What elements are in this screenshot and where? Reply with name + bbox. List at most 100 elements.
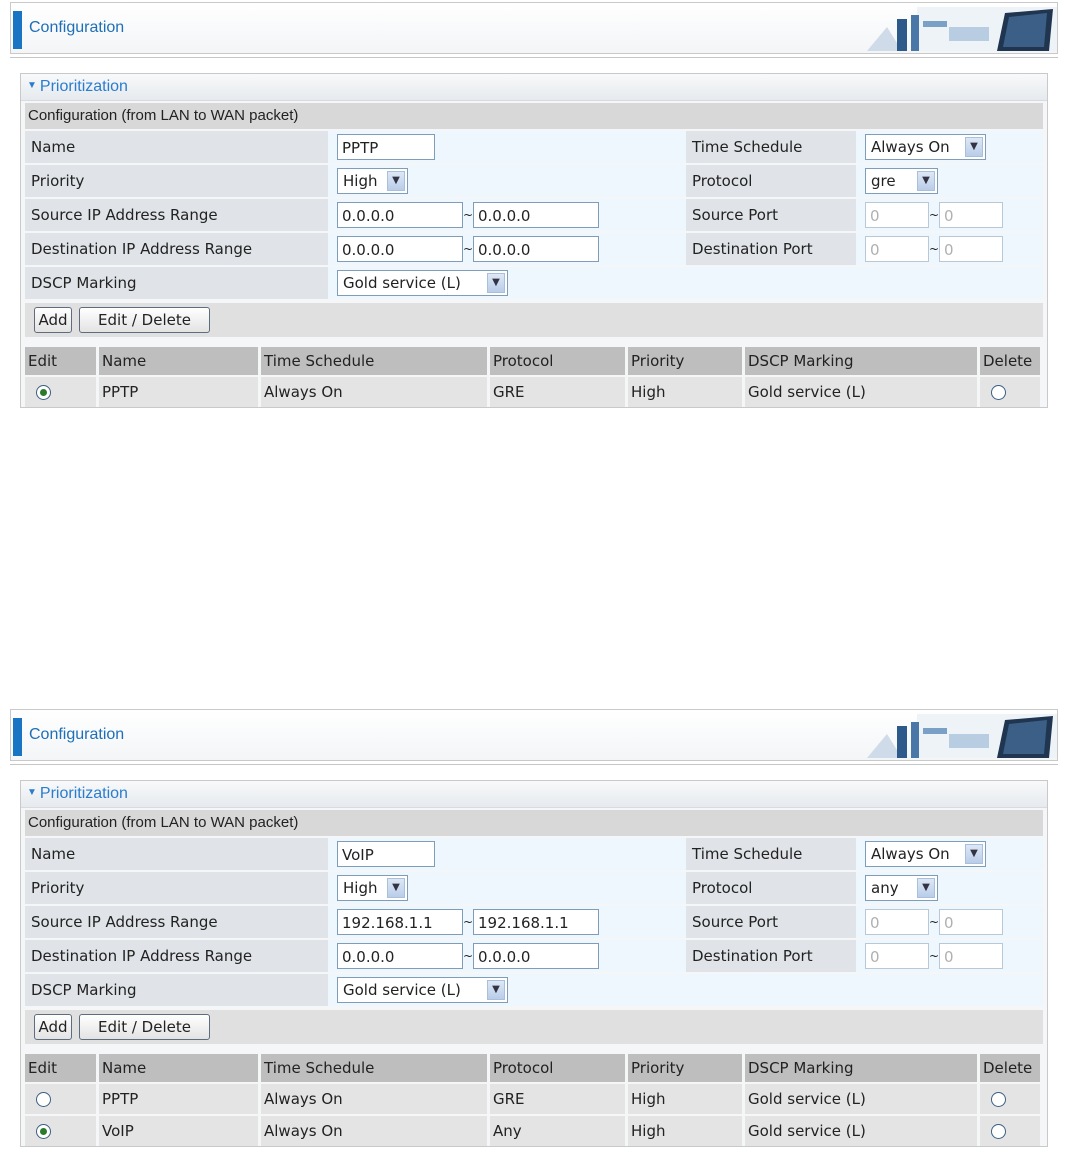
config-form: Name PPTP Time Schedule Always On ▼ Prior…	[25, 129, 1043, 301]
protocol-label: Protocol	[686, 165, 856, 197]
priority-label: Priority	[25, 872, 328, 904]
cell-name: PPTP	[97, 1082, 261, 1115]
header-bar: Configuration	[10, 709, 1058, 761]
source-ip-label: Source IP Address Range	[25, 199, 328, 231]
cell-name: PPTP	[97, 375, 261, 407]
accent-bar	[13, 718, 22, 756]
delete-radio[interactable]	[991, 1092, 1006, 1107]
add-button[interactable]: Add	[34, 1014, 72, 1040]
column-header-name: Name	[97, 347, 261, 376]
table-header-row: Edit Name Time Schedule Protocol Priority DSC…	[25, 347, 1043, 376]
cell-priority: High	[626, 1114, 745, 1146]
destination-ip-start-input[interactable]: 0.0.0.0	[337, 236, 463, 262]
name-input[interactable]: PPTP	[337, 134, 435, 160]
destination-port-end-input[interactable]: 0	[939, 943, 1003, 969]
table-row: PPTP Always On GRE High Gold service (L)	[25, 1082, 1043, 1115]
column-header-time-schedule: Time Schedule	[259, 1054, 490, 1083]
edit-cell	[25, 1114, 99, 1146]
add-button[interactable]: Add	[34, 307, 72, 333]
cell-protocol: Any	[488, 1114, 628, 1146]
config-subheader: Configuration (from LAN to WAN packet)	[25, 810, 1043, 836]
column-header-delete: Delete	[978, 347, 1043, 376]
source-port-start-input[interactable]: 0	[865, 202, 929, 228]
source-port-label: Source Port	[686, 199, 856, 231]
priority-select[interactable]: High ▼	[337, 168, 408, 194]
name-input[interactable]: VoIP	[337, 841, 435, 867]
name-label: Name	[25, 838, 328, 870]
edit-radio[interactable]	[36, 385, 51, 400]
dscp-marking-select[interactable]: Gold service (L) ▼	[337, 977, 508, 1003]
config-subheader: Configuration (from LAN to WAN packet)	[25, 103, 1043, 129]
destination-port-start-input[interactable]: 0	[865, 943, 929, 969]
section-header-prioritization[interactable]: ▼ Prioritization	[21, 781, 1047, 808]
protocol-value: any	[871, 879, 899, 897]
source-ip-start-input[interactable]: 0.0.0.0	[337, 202, 463, 228]
button-row: Add Edit / Delete	[25, 303, 1043, 337]
source-ip-label: Source IP Address Range	[25, 906, 328, 938]
column-header-delete: Delete	[978, 1054, 1043, 1083]
triangle-down-icon: ▼	[27, 787, 37, 798]
chevron-down-icon: ▼	[917, 878, 935, 898]
source-port-end-input[interactable]: 0	[939, 909, 1003, 935]
table-row: PPTP Always On GRE High Gold service (L)	[25, 375, 1043, 407]
destination-port-start-input[interactable]: 0	[865, 236, 929, 262]
column-header-name: Name	[97, 1054, 261, 1083]
edit-radio[interactable]	[36, 1124, 51, 1139]
edit-delete-button[interactable]: Edit / Delete	[79, 1014, 210, 1040]
cell-time-schedule: Always On	[259, 1082, 490, 1115]
priority-select[interactable]: High ▼	[337, 875, 408, 901]
name-label: Name	[25, 131, 328, 163]
source-port-end-input[interactable]: 0	[939, 202, 1003, 228]
time-schedule-select[interactable]: Always On ▼	[865, 134, 986, 160]
destination-port-end-input[interactable]: 0	[939, 236, 1003, 262]
chevron-down-icon: ▼	[917, 171, 935, 191]
chevron-down-icon: ▼	[965, 137, 983, 157]
button-row: Add Edit / Delete	[25, 1010, 1043, 1044]
header-divider	[10, 764, 1058, 765]
source-ip-end-input[interactable]: 0.0.0.0	[473, 202, 599, 228]
source-port-start-input[interactable]: 0	[865, 909, 929, 935]
time-schedule-label: Time Schedule	[686, 131, 856, 163]
chevron-down-icon: ▼	[487, 980, 505, 1000]
column-header-protocol: Protocol	[488, 347, 628, 376]
column-header-time-schedule: Time Schedule	[259, 347, 490, 376]
chevron-down-icon: ▼	[387, 171, 405, 191]
chevron-down-icon: ▼	[387, 878, 405, 898]
destination-ip-start-input[interactable]: 0.0.0.0	[337, 943, 463, 969]
table-row: VoIP Always On Any High Gold service (L)	[25, 1114, 1043, 1146]
destination-ip-label: Destination IP Address Range	[25, 940, 328, 972]
accent-bar	[13, 11, 22, 49]
cell-time-schedule: Always On	[259, 375, 490, 407]
destination-port-label: Destination Port	[686, 233, 856, 265]
column-header-dscp: DSCP Marking	[743, 347, 980, 376]
delete-cell	[978, 1114, 1043, 1146]
column-header-edit: Edit	[25, 347, 99, 376]
rules-table: Edit Name Time Schedule Protocol Priority DSC…	[25, 1054, 1043, 1146]
destination-ip-end-input[interactable]: 0.0.0.0	[473, 236, 599, 262]
source-ip-end-input[interactable]: 192.168.1.1	[473, 909, 599, 935]
triangle-down-icon: ▼	[27, 80, 37, 91]
edit-radio[interactable]	[36, 1092, 51, 1107]
protocol-select[interactable]: any ▼	[865, 875, 938, 901]
edit-cell	[25, 375, 99, 407]
column-header-dscp: DSCP Marking	[743, 1054, 980, 1083]
cell-dscp: Gold service (L)	[743, 1082, 980, 1115]
delete-radio[interactable]	[991, 385, 1006, 400]
dscp-marking-select[interactable]: Gold service (L) ▼	[337, 270, 508, 296]
office-banner-image	[867, 7, 1057, 51]
configuration-panel: Configuration ▼ Prioritization Configurat…	[0, 0, 1068, 416]
config-form: Name VoIP Time Schedule Always On ▼ Prior…	[25, 836, 1043, 1008]
priority-value: High	[343, 172, 378, 190]
delete-radio[interactable]	[991, 1124, 1006, 1139]
destination-ip-end-input[interactable]: 0.0.0.0	[473, 943, 599, 969]
delete-cell	[978, 1082, 1043, 1115]
office-banner-image	[867, 714, 1057, 758]
prioritization-section: ▼ Prioritization Configuration (from LAN …	[20, 73, 1048, 408]
section-header-prioritization[interactable]: ▼ Prioritization	[21, 74, 1047, 101]
time-schedule-value: Always On	[871, 138, 950, 156]
protocol-select[interactable]: gre ▼	[865, 168, 938, 194]
source-ip-start-input[interactable]: 192.168.1.1	[337, 909, 463, 935]
time-schedule-select[interactable]: Always On ▼	[865, 841, 986, 867]
edit-delete-button[interactable]: Edit / Delete	[79, 307, 210, 333]
cell-protocol: GRE	[488, 375, 628, 407]
